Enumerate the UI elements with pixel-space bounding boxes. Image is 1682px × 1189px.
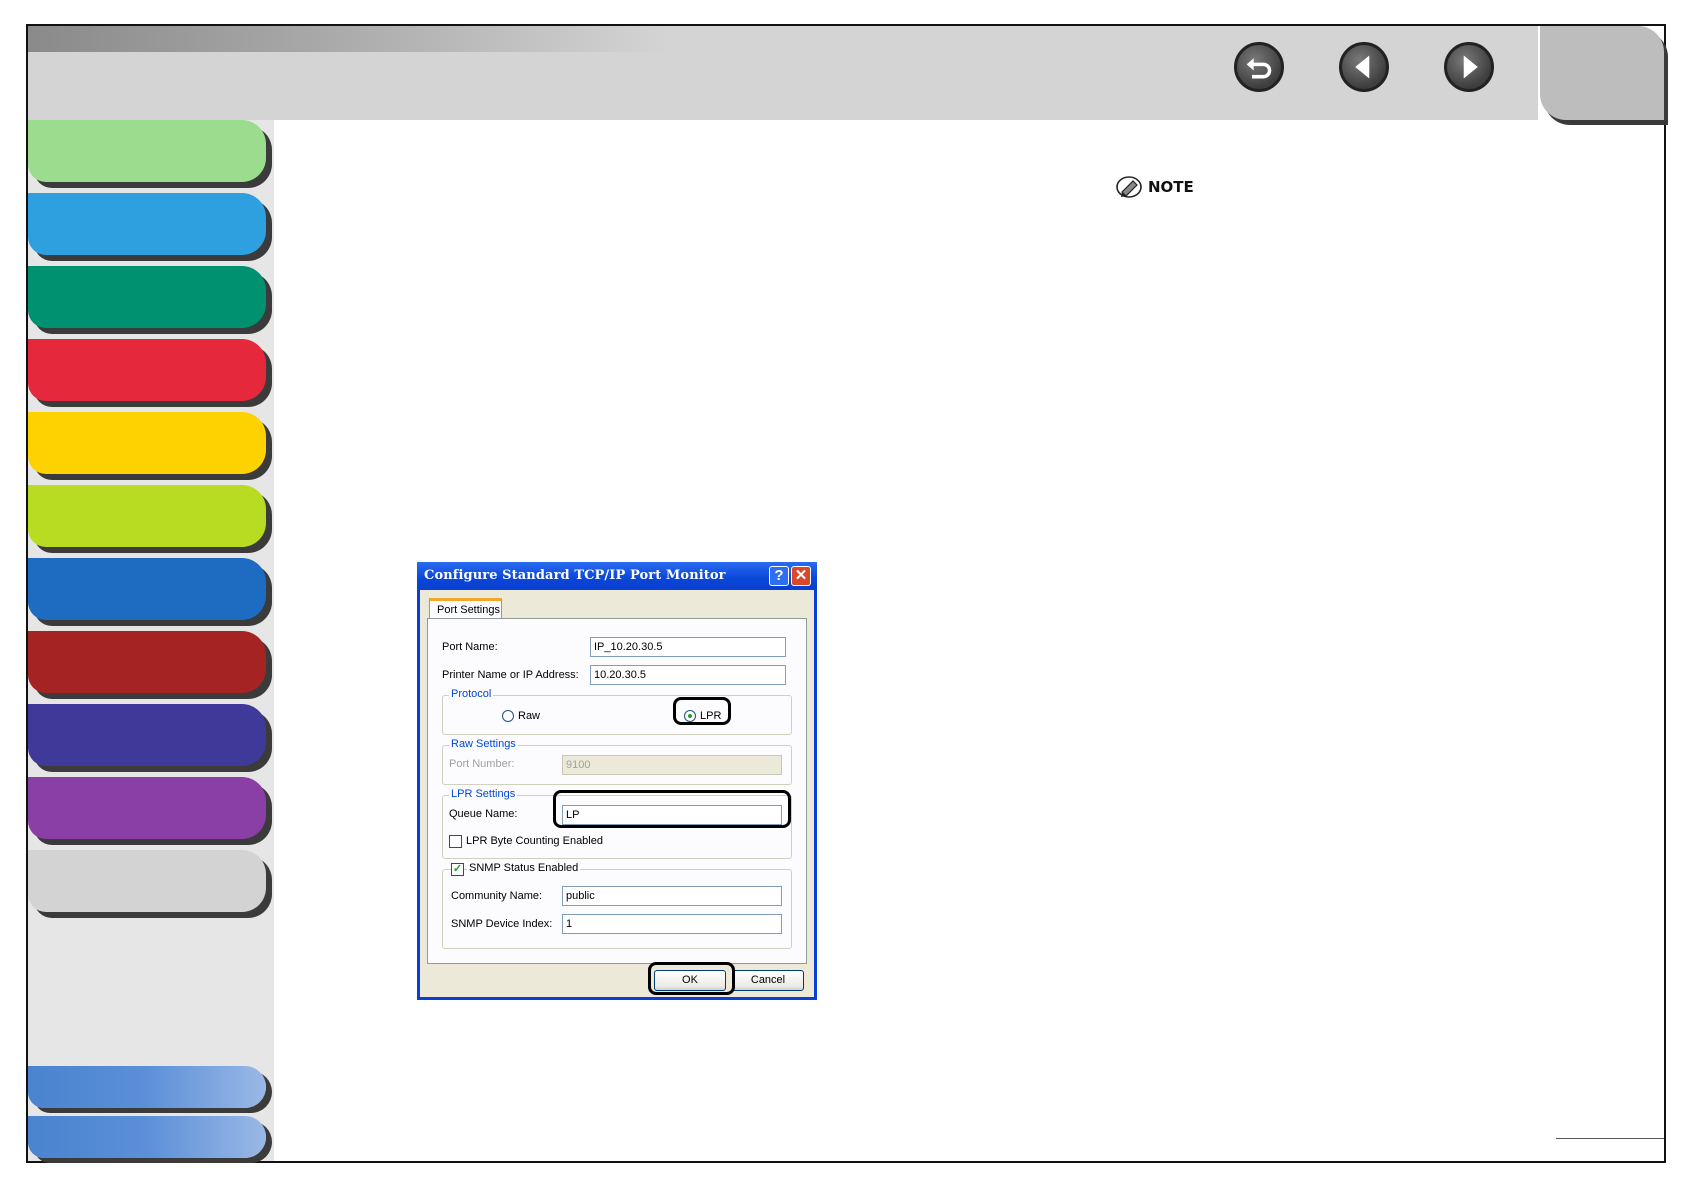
port-name-label: Port Name: <box>442 641 498 653</box>
sidebar-chapter-tab-11[interactable] <box>28 850 266 912</box>
question-icon: ? <box>774 567 784 584</box>
sidebar-chapter-tab-10[interactable] <box>28 777 266 839</box>
dialog-title: Configure Standard TCP/IP Port Monitor <box>424 568 726 583</box>
tcpip-port-dialog: Configure Standard TCP/IP Port Monitor ?… <box>417 562 817 1000</box>
port-number-label: Port Number: <box>449 758 515 770</box>
tab-port-settings[interactable]: Port Settings <box>429 598 502 619</box>
printer-name-field[interactable]: 10.20.30.5 <box>590 665 786 685</box>
top-menu-tab[interactable] <box>1540 26 1664 120</box>
sidebar-chapter-tab-7[interactable] <box>28 558 266 620</box>
community-name-label: Community Name: <box>451 890 543 902</box>
sidebar-chapter-tab-5[interactable] <box>28 412 266 474</box>
header-gradient-strip <box>28 26 668 52</box>
snmp-device-index-field[interactable]: 1 <box>562 914 782 934</box>
lpr-byte-counting-label: LPR Byte Counting Enabled <box>466 835 603 847</box>
protocol-group: Protocol Raw LPR <box>442 688 792 735</box>
pencil-icon <box>1116 176 1142 198</box>
queue-name-label: Queue Name: <box>449 808 518 820</box>
raw-radio[interactable] <box>502 710 514 722</box>
back-button[interactable] <box>1234 42 1284 92</box>
snmp-status-label: SNMP Status Enabled <box>467 862 581 874</box>
close-icon: ✕ <box>794 567 808 584</box>
dialog-body: Port Settings Port Name: IP_10.20.30.5 P… <box>420 590 814 997</box>
help-button[interactable]: ? <box>769 566 789 586</box>
port-number-field: 9100 <box>562 755 782 775</box>
sidebar-chapter-tab-1[interactable] <box>28 120 266 182</box>
previous-page-button[interactable] <box>1339 42 1389 92</box>
protocol-legend: Protocol <box>449 688 494 700</box>
sidebar-bottom-tab-2[interactable] <box>28 1116 266 1158</box>
community-name-field[interactable]: public <box>562 886 782 906</box>
sidebar-chapter-tab-4[interactable] <box>28 339 266 401</box>
snmp-device-index-label: SNMP Device Index: <box>451 918 553 930</box>
right-arrow-icon <box>1463 55 1478 79</box>
ok-button[interactable]: OK <box>654 970 726 991</box>
raw-settings-legend: Raw Settings <box>449 738 518 750</box>
footer-rule <box>1556 1138 1664 1139</box>
sidebar-chapter-tab-6[interactable] <box>28 485 266 547</box>
note-label: NOTE <box>1148 178 1194 196</box>
note-heading: NOTE <box>1116 176 1194 198</box>
lpr-radio[interactable] <box>684 710 696 722</box>
cancel-button[interactable]: Cancel <box>732 970 804 991</box>
sidebar-bottom-tab-1[interactable] <box>28 1066 266 1108</box>
raw-settings-group: Raw Settings Port Number: 9100 <box>442 738 792 785</box>
printer-name-label: Printer Name or IP Address: <box>442 669 579 681</box>
lpr-settings-legend: LPR Settings <box>449 788 518 800</box>
lpr-label: LPR <box>700 710 722 722</box>
queue-name-field[interactable]: LP <box>562 805 782 825</box>
snmp-status-checkbox[interactable]: ✓ <box>451 863 464 876</box>
sidebar-chapter-tab-8[interactable] <box>28 631 266 693</box>
sidebar-chapter-tab-2[interactable] <box>28 193 266 255</box>
port-settings-panel: Port Name: IP_10.20.30.5 Printer Name or… <box>427 618 807 964</box>
port-name-field[interactable]: IP_10.20.30.5 <box>590 637 786 657</box>
sidebar-chapter-tab-3[interactable] <box>28 266 266 328</box>
header-bar <box>28 26 1538 120</box>
lpr-settings-group: LPR Settings Queue Name: LP LPR Byte Cou… <box>442 788 792 859</box>
return-arrow-icon <box>1246 58 1272 79</box>
sidebar-chapter-tab-9[interactable] <box>28 704 266 766</box>
dialog-titlebar: Configure Standard TCP/IP Port Monitor ?… <box>417 562 817 590</box>
snmp-group: ✓ SNMP Status Enabled Community Name: pu… <box>442 862 792 949</box>
lpr-byte-counting-checkbox[interactable] <box>449 835 462 848</box>
next-page-button[interactable] <box>1444 42 1494 92</box>
close-button[interactable]: ✕ <box>791 566 811 586</box>
left-arrow-icon <box>1355 55 1370 79</box>
raw-label: Raw <box>518 710 541 722</box>
